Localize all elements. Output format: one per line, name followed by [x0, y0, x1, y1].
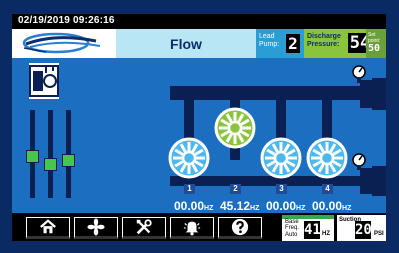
fan-icon [87, 218, 105, 236]
pump-3-wheel[interactable] [260, 137, 302, 179]
mode-indicator: Flow [116, 29, 256, 58]
status-bar: 02/19/2019 09:26:16 [12, 14, 386, 29]
base-frequency-display: Base Freq. Auto 41 HZ [282, 215, 334, 241]
slider-knob-2[interactable] [44, 158, 57, 171]
question-icon [231, 218, 249, 236]
company-logo [22, 32, 101, 54]
pump-speed-1: 00.00HZ [174, 199, 213, 213]
base-frequency-unit: HZ [322, 231, 330, 237]
mode-label: Flow [170, 36, 202, 52]
pump-number-4: 4 [322, 184, 333, 194]
setpoint-display[interactable]: Set point: 50 [366, 29, 386, 58]
pump-1-wheel[interactable] [168, 137, 210, 179]
bell-icon [183, 221, 201, 236]
header-panel: Flow Lead Pump: 2 Discharge Pressure: 54… [12, 29, 386, 58]
pump-diagram-panel: 1 2 3 4 00.00HZ 45.12HZ 00.00HZ 00.00HZ [12, 58, 386, 213]
lead-pump-display: Lead Pump: 2 [256, 29, 304, 58]
pump-speed-1-unit: HZ [204, 205, 214, 212]
hmi-screen: 02/19/2019 09:26:16 Flow Lead Pump: 2 Di… [0, 0, 399, 253]
datetime-display: 02/19/2019 09:26:16 [18, 15, 115, 26]
pump-number-2: 2 [230, 184, 241, 194]
pump-speed-2-value: 45.12 [220, 199, 251, 213]
discharge-label-2: Pressure: [307, 41, 340, 48]
setpoint-value: 50 [368, 43, 381, 54]
home-button[interactable] [26, 217, 70, 239]
pump-speed-3-value: 00.00 [266, 199, 297, 213]
suction-pressure-display: Suction 20 PSI [337, 215, 386, 241]
bottom-toolbar: Base Freq. Auto 41 HZ Suction 20 PSI [12, 213, 386, 241]
alarms-button[interactable] [170, 217, 214, 239]
base-frequency-value: 41 [304, 221, 321, 239]
pump-speed-4: 00.00HZ [312, 199, 351, 213]
pump-number-1: 1 [184, 184, 195, 194]
tools-icon [136, 219, 152, 235]
pump-speed-2-unit: HZ [250, 205, 260, 212]
pump-speed-4-unit: HZ [342, 205, 352, 212]
slider-knob-1[interactable] [26, 150, 39, 163]
pump-speed-4-value: 00.00 [312, 199, 343, 213]
speed-sliders [26, 110, 75, 200]
pump-motor-icon [29, 63, 59, 99]
settings-button[interactable] [122, 217, 166, 239]
slider-knob-3[interactable] [62, 154, 75, 167]
lead-pump-value: 2 [286, 34, 300, 53]
pump-speed-1-value: 00.00 [174, 199, 205, 213]
pump-speed-3-unit: HZ [296, 205, 306, 212]
base-freq-label-2: Freq. [285, 225, 300, 231]
pump-number-3: 3 [276, 184, 287, 194]
discharge-label-1: Discharge [307, 33, 341, 40]
pump-2-wheel[interactable] [214, 107, 256, 149]
pumps-button[interactable] [74, 217, 118, 239]
base-freq-label-3: Auto [285, 232, 298, 238]
lead-pump-label-1: Lead [259, 33, 275, 40]
pump-speed-3: 00.00HZ [266, 199, 305, 213]
pump-speed-2: 45.12HZ [220, 199, 259, 213]
slider-track-2 [48, 110, 53, 198]
home-icon [40, 219, 56, 234]
suction-pressure-value: 20 [355, 221, 372, 239]
help-button[interactable] [218, 217, 262, 239]
lead-pump-label-2: Pump: [259, 41, 280, 48]
pump-4-wheel[interactable] [306, 137, 348, 179]
suction-pressure-unit: PSI [374, 231, 384, 237]
